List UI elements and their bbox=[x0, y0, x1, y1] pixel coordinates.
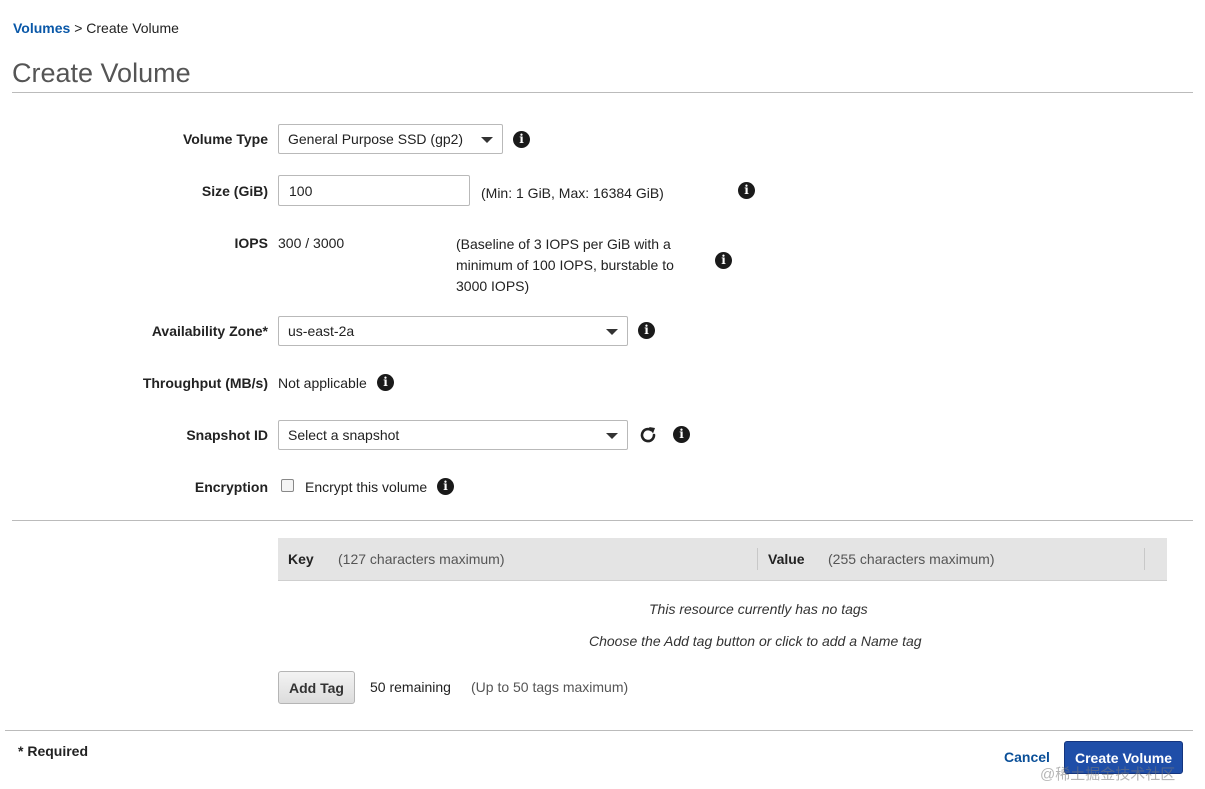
info-icon[interactable]: i bbox=[513, 131, 530, 148]
size-input[interactable] bbox=[278, 175, 470, 206]
size-label: Size (GiB) bbox=[201, 183, 268, 199]
info-icon[interactable]: i bbox=[715, 252, 732, 269]
breadcrumb-separator: > bbox=[74, 20, 83, 36]
refresh-icon[interactable] bbox=[638, 425, 658, 445]
tag-key-header: Key bbox=[288, 551, 314, 567]
chevron-down-icon bbox=[606, 433, 618, 439]
snapshot-id-label: Snapshot ID bbox=[186, 427, 268, 443]
availability-zone-select[interactable]: us-east-2a bbox=[278, 316, 628, 346]
encrypt-checkbox[interactable] bbox=[281, 479, 294, 492]
iops-hint-line: minimum of 100 IOPS, burstable to bbox=[456, 257, 674, 273]
breadcrumb: Volumes > Create Volume bbox=[13, 20, 179, 36]
iops-value: 300 / 3000 bbox=[278, 235, 345, 251]
encrypt-checkbox-label[interactable]: Encrypt this volume bbox=[305, 479, 427, 495]
tag-value-header: Value bbox=[768, 551, 805, 567]
throughput-value: Not applicable bbox=[278, 375, 367, 391]
column-divider bbox=[757, 548, 758, 570]
no-tags-message: This resource currently has no tags bbox=[649, 601, 868, 617]
volume-type-value: General Purpose SSD (gp2) bbox=[288, 131, 464, 147]
add-tag-hint-text: Choose the Add tag button or bbox=[589, 633, 772, 649]
iops-hint-line: (Baseline of 3 IOPS per GiB with a bbox=[456, 236, 671, 252]
snapshot-select[interactable]: Select a snapshot bbox=[278, 420, 628, 450]
iops-hint-line: 3000 IOPS) bbox=[456, 278, 530, 294]
throughput-label: Throughput (MB/s) bbox=[142, 375, 268, 391]
chevron-down-icon bbox=[481, 137, 493, 143]
iops-label: IOPS bbox=[234, 235, 268, 251]
page-title: Create Volume bbox=[12, 58, 191, 88]
tag-value-hint: (255 characters maximum) bbox=[828, 551, 995, 567]
info-icon[interactable]: i bbox=[437, 478, 454, 495]
watermark: @稀土掘金技术社区 bbox=[1040, 766, 1176, 783]
tags-table-header: Key (127 characters maximum) Value (255 … bbox=[278, 538, 1167, 581]
required-note: * Required bbox=[18, 743, 89, 759]
iops-hint: (Baseline of 3 IOPS per GiB with a minim… bbox=[456, 234, 674, 297]
tags-remaining: 50 remaining bbox=[370, 679, 451, 695]
snapshot-placeholder: Select a snapshot bbox=[288, 427, 400, 443]
tags-limit: (Up to 50 tags maximum) bbox=[471, 679, 629, 695]
encryption-label: Encryption bbox=[194, 479, 268, 495]
info-icon[interactable]: i bbox=[638, 322, 655, 339]
footer-divider bbox=[5, 730, 1193, 731]
chevron-down-icon bbox=[606, 329, 618, 335]
volume-type-label: Volume Type bbox=[182, 131, 268, 147]
info-icon[interactable]: i bbox=[673, 426, 690, 443]
section-divider bbox=[12, 520, 1193, 521]
availability-zone-label: Availability Zone* bbox=[151, 323, 268, 339]
breadcrumb-volumes-link[interactable]: Volumes bbox=[13, 20, 70, 36]
info-icon[interactable]: i bbox=[738, 182, 755, 199]
title-divider bbox=[12, 92, 1193, 93]
add-tag-hint: Choose the Add tag button or click to ad… bbox=[589, 633, 922, 649]
tag-key-hint: (127 characters maximum) bbox=[338, 551, 505, 567]
volume-type-select[interactable]: General Purpose SSD (gp2) bbox=[278, 124, 503, 154]
add-name-tag-link[interactable]: click to add a Name tag bbox=[775, 633, 921, 649]
size-hint: (Min: 1 GiB, Max: 16384 GiB) bbox=[481, 185, 664, 201]
info-icon[interactable]: i bbox=[377, 374, 394, 391]
availability-zone-value: us-east-2a bbox=[288, 323, 355, 339]
add-tag-button[interactable]: Add Tag bbox=[278, 671, 355, 704]
column-divider bbox=[1144, 548, 1145, 570]
breadcrumb-current: Create Volume bbox=[86, 20, 179, 36]
